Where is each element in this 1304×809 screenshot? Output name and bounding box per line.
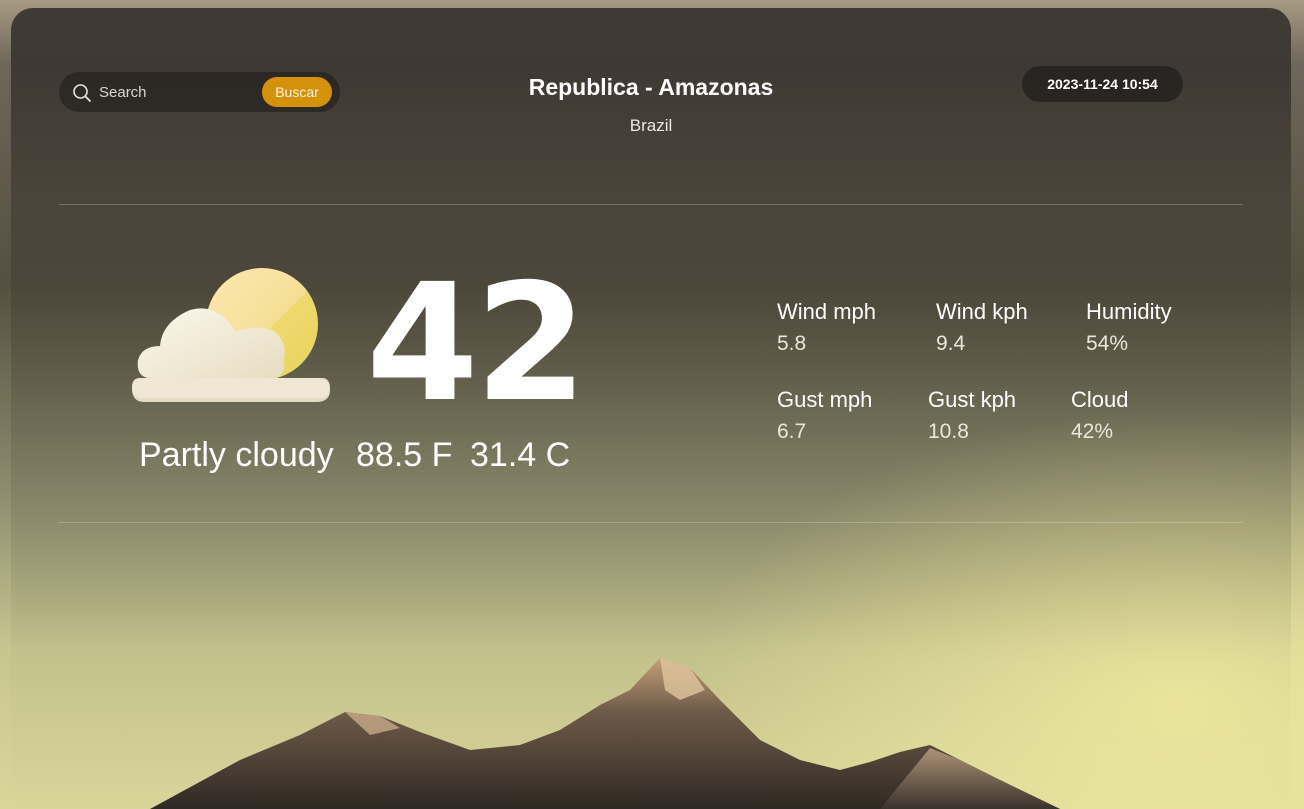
stat-value: 5.8: [777, 332, 807, 355]
stat-value: 10.8: [928, 420, 969, 443]
partly-cloudy-icon: [126, 266, 332, 406]
stat-wind-kph: Wind kph 9.4: [936, 299, 1028, 359]
stat-label: Gust mph: [777, 387, 873, 412]
temperature-fahrenheit: 88.5 F: [356, 436, 453, 474]
stat-gust-mph: Gust mph 6.7: [777, 387, 872, 447]
stat-label: Cloud: [1071, 387, 1129, 412]
stat-cloud: Cloud 42%: [1071, 387, 1128, 447]
search-input[interactable]: [99, 81, 249, 103]
stat-value: 54%: [1086, 332, 1129, 355]
stat-label: Gust kph: [928, 387, 1017, 412]
search-button[interactable]: Buscar: [262, 77, 332, 107]
stat-label: Wind mph: [777, 299, 877, 324]
search-bar: Buscar: [59, 72, 340, 112]
divider: [59, 204, 1243, 205]
temperature-celsius: 31.4 C: [470, 436, 571, 474]
condition-text: Partly cloudy: [139, 436, 334, 474]
temperature-reading: 42: [366, 250, 587, 438]
location-country: Brazil: [629, 116, 673, 135]
stat-humidity: Humidity 54%: [1086, 299, 1172, 359]
stat-value: 42%: [1071, 420, 1114, 443]
location-title: Republica - Amazonas: [528, 74, 774, 100]
stat-wind-mph: Wind mph 5.8: [777, 299, 876, 359]
stat-value: 9.4: [936, 332, 966, 355]
stat-value: 6.7: [777, 420, 807, 443]
stat-label: Humidity: [1086, 299, 1172, 324]
datetime-badge: 2023-11-24 10:54: [1022, 66, 1183, 102]
stat-label: Wind kph: [936, 299, 1028, 324]
search-icon: [72, 83, 92, 103]
divider: [59, 522, 1243, 523]
stat-gust-kph: Gust kph 10.8: [928, 387, 1016, 447]
